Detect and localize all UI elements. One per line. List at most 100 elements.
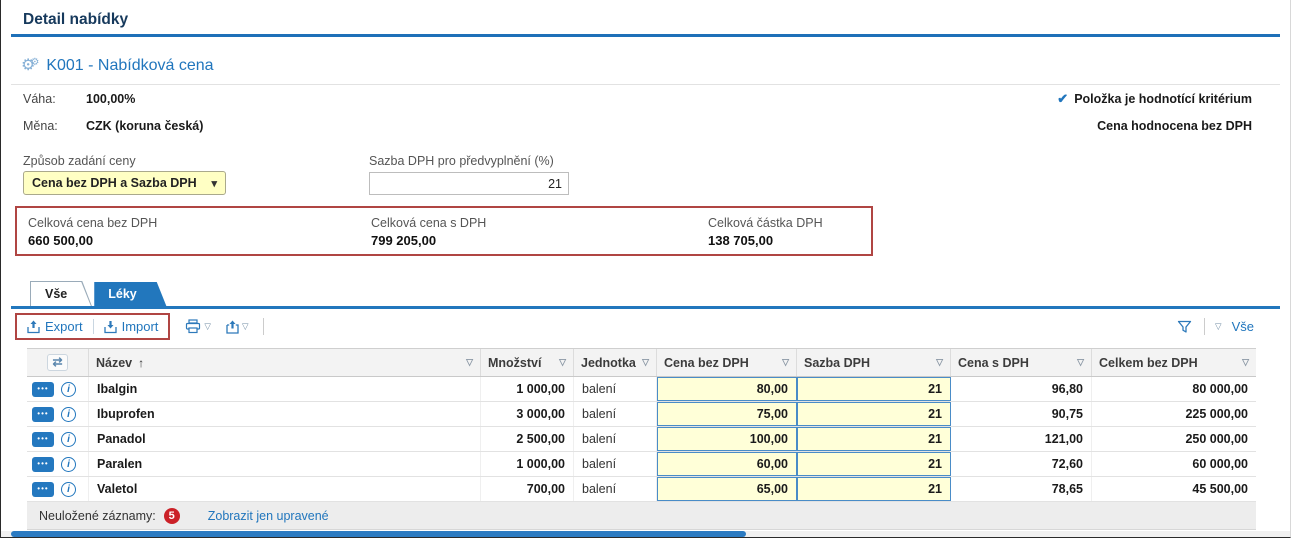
cell-vat-rate-input[interactable]: 21 (797, 477, 951, 501)
cell-price-without-vat-input[interactable]: 80,00 (657, 377, 797, 401)
info-icon[interactable]: i (61, 457, 76, 472)
column-header-unit[interactable]: Jednotka ▽ (574, 349, 657, 376)
cell-vat-rate-input[interactable]: 21 (797, 402, 951, 426)
table-row: ••• i Panadol 2 500,00 balení 100,00 21 … (27, 427, 1256, 452)
share-button[interactable]: ▽ (226, 320, 249, 334)
tab-leky[interactable]: Léky (94, 282, 167, 307)
vat-prefill-input[interactable] (369, 172, 569, 195)
section-title: K001 - Nabídková cena (46, 57, 213, 75)
row-actions-button[interactable]: ••• (32, 432, 54, 447)
printer-icon (185, 319, 201, 334)
tab-underline (11, 306, 1280, 309)
weight-value: 100,00% (86, 92, 135, 106)
print-button[interactable]: ▽ (185, 319, 211, 334)
table-row: ••• i Paralen 1 000,00 balení 60,00 21 7… (27, 452, 1256, 477)
sort-asc-icon: ↑ (138, 356, 144, 370)
vat-prefill-label: Sazba DPH pro předvyplnění (%) (369, 154, 554, 168)
offer-detail-page: Detail nabídky ⚙⚙ K001 - Nabídková cena … (0, 0, 1291, 538)
column-header-vat-rate[interactable]: Sazba DPH ▽ (797, 349, 951, 376)
horizontal-scrollbar[interactable] (1, 531, 1290, 537)
column-filter-icon[interactable]: ▽ (936, 357, 943, 368)
cell-total-without-vat: 225 000,00 (1092, 402, 1256, 426)
show-edited-link[interactable]: Zobrazit jen upravené (208, 509, 329, 523)
check-icon: ✔ (1057, 91, 1068, 107)
filter-icon[interactable] (1177, 320, 1192, 334)
scrollbar-thumb[interactable] (11, 531, 746, 537)
column-header-config: ⇄ (27, 349, 89, 376)
column-filter-icon[interactable]: ▽ (559, 357, 566, 368)
cell-price-without-vat-input[interactable]: 100,00 (657, 427, 797, 451)
info-icon[interactable]: i (61, 432, 76, 447)
cell-name: Ibalgin (89, 377, 481, 401)
cell-unit: balení (574, 427, 657, 451)
row-actions-button[interactable]: ••• (32, 482, 54, 497)
cell-price-with-vat: 90,75 (951, 402, 1092, 426)
cell-price-without-vat-input[interactable]: 60,00 (657, 452, 797, 476)
cell-quantity: 2 500,00 (481, 427, 574, 451)
currency-label: Měna: (23, 119, 58, 133)
entry-method-value: Cena bez DPH a Sazba DPH (32, 176, 197, 190)
cell-name: Paralen (89, 452, 481, 476)
row-actions-button[interactable]: ••• (32, 457, 54, 472)
column-filter-icon[interactable]: ▽ (782, 357, 789, 368)
column-settings-icon[interactable]: ⇄ (47, 354, 67, 371)
cell-unit: balení (574, 402, 657, 426)
currency-value: CZK (koruna česká) (86, 119, 203, 133)
info-icon[interactable]: i (61, 407, 76, 422)
section-divider (11, 84, 1280, 85)
cell-total-without-vat: 45 500,00 (1092, 477, 1256, 501)
divider (1204, 318, 1205, 335)
column-header-price-with-vat[interactable]: Cena s DPH ▽ (951, 349, 1092, 376)
cell-vat-rate-input[interactable]: 21 (797, 427, 951, 451)
evaluation-row: Cena hodnocena bez DPH (1097, 119, 1252, 133)
total-with-vat: Celková cena s DPH 799 205,00 (371, 216, 486, 248)
cell-price-with-vat: 78,65 (951, 477, 1092, 501)
cell-quantity: 3 000,00 (481, 402, 574, 426)
total-vat-amount: Celková částka DPH 138 705,00 (708, 216, 823, 248)
chevron-down-icon: ▾ (211, 177, 217, 190)
total-without-vat: Celková cena bez DPH 660 500,00 (28, 216, 157, 248)
export-import-group: Export Import (15, 313, 170, 340)
cell-total-without-vat: 250 000,00 (1092, 427, 1256, 451)
column-header-total-without-vat[interactable]: Celkem bez DPH ▽ (1092, 349, 1256, 376)
unsaved-count-badge: 5 (164, 508, 180, 524)
info-icon[interactable]: i (61, 482, 76, 497)
column-filter-icon[interactable]: ▽ (1242, 357, 1249, 368)
cell-total-without-vat: 80 000,00 (1092, 377, 1256, 401)
cell-name: Valetol (89, 477, 481, 501)
row-actions-button[interactable]: ••• (32, 407, 54, 422)
column-filter-icon[interactable]: ▽ (466, 357, 473, 368)
table-row: ••• i Valetol 700,00 balení 65,00 21 78,… (27, 477, 1256, 502)
column-header-quantity[interactable]: Množství ▽ (481, 349, 574, 376)
column-filter-icon[interactable]: ▽ (1077, 357, 1084, 368)
cell-vat-rate-input[interactable]: 21 (797, 377, 951, 401)
export-icon (27, 320, 40, 334)
entry-method-select[interactable]: Cena bez DPH a Sazba DPH ▾ (23, 171, 226, 195)
table-row: ••• i Ibalgin 1 000,00 balení 80,00 21 9… (27, 377, 1256, 402)
cell-name: Ibuprofen (89, 402, 481, 426)
cell-price-without-vat-input[interactable]: 65,00 (657, 477, 797, 501)
view-scope-select[interactable]: Vše (1232, 319, 1254, 334)
scope-dropdown-icon: ▽ (1215, 321, 1222, 332)
toolbar-right: ▽ Vše (1177, 318, 1254, 335)
column-filter-icon[interactable]: ▽ (642, 357, 649, 368)
cell-quantity: 1 000,00 (481, 377, 574, 401)
column-header-price-without-vat[interactable]: Cena bez DPH ▽ (657, 349, 797, 376)
tab-vse[interactable]: Vše (31, 282, 91, 307)
row-actions-button[interactable]: ••• (32, 382, 54, 397)
cell-price-with-vat: 121,00 (951, 427, 1092, 451)
cell-price-without-vat-input[interactable]: 75,00 (657, 402, 797, 426)
cell-unit: balení (574, 452, 657, 476)
column-header-name[interactable]: Název ↑ ▽ (89, 349, 481, 376)
table-header: ⇄ Název ↑ ▽ Množství ▽ Jednotka ▽ Cena b… (27, 348, 1256, 377)
export-button[interactable]: Export (27, 319, 83, 334)
header-divider (11, 34, 1280, 37)
share-icon (226, 320, 239, 334)
info-icon[interactable]: i (61, 382, 76, 397)
cell-vat-rate-input[interactable]: 21 (797, 452, 951, 476)
section-header: ⚙⚙ K001 - Nabídková cena (21, 57, 214, 75)
divider (93, 319, 94, 334)
cell-price-with-vat: 72,60 (951, 452, 1092, 476)
import-button[interactable]: Import (104, 319, 159, 334)
items-table: ⇄ Název ↑ ▽ Množství ▽ Jednotka ▽ Cena b… (27, 348, 1256, 530)
